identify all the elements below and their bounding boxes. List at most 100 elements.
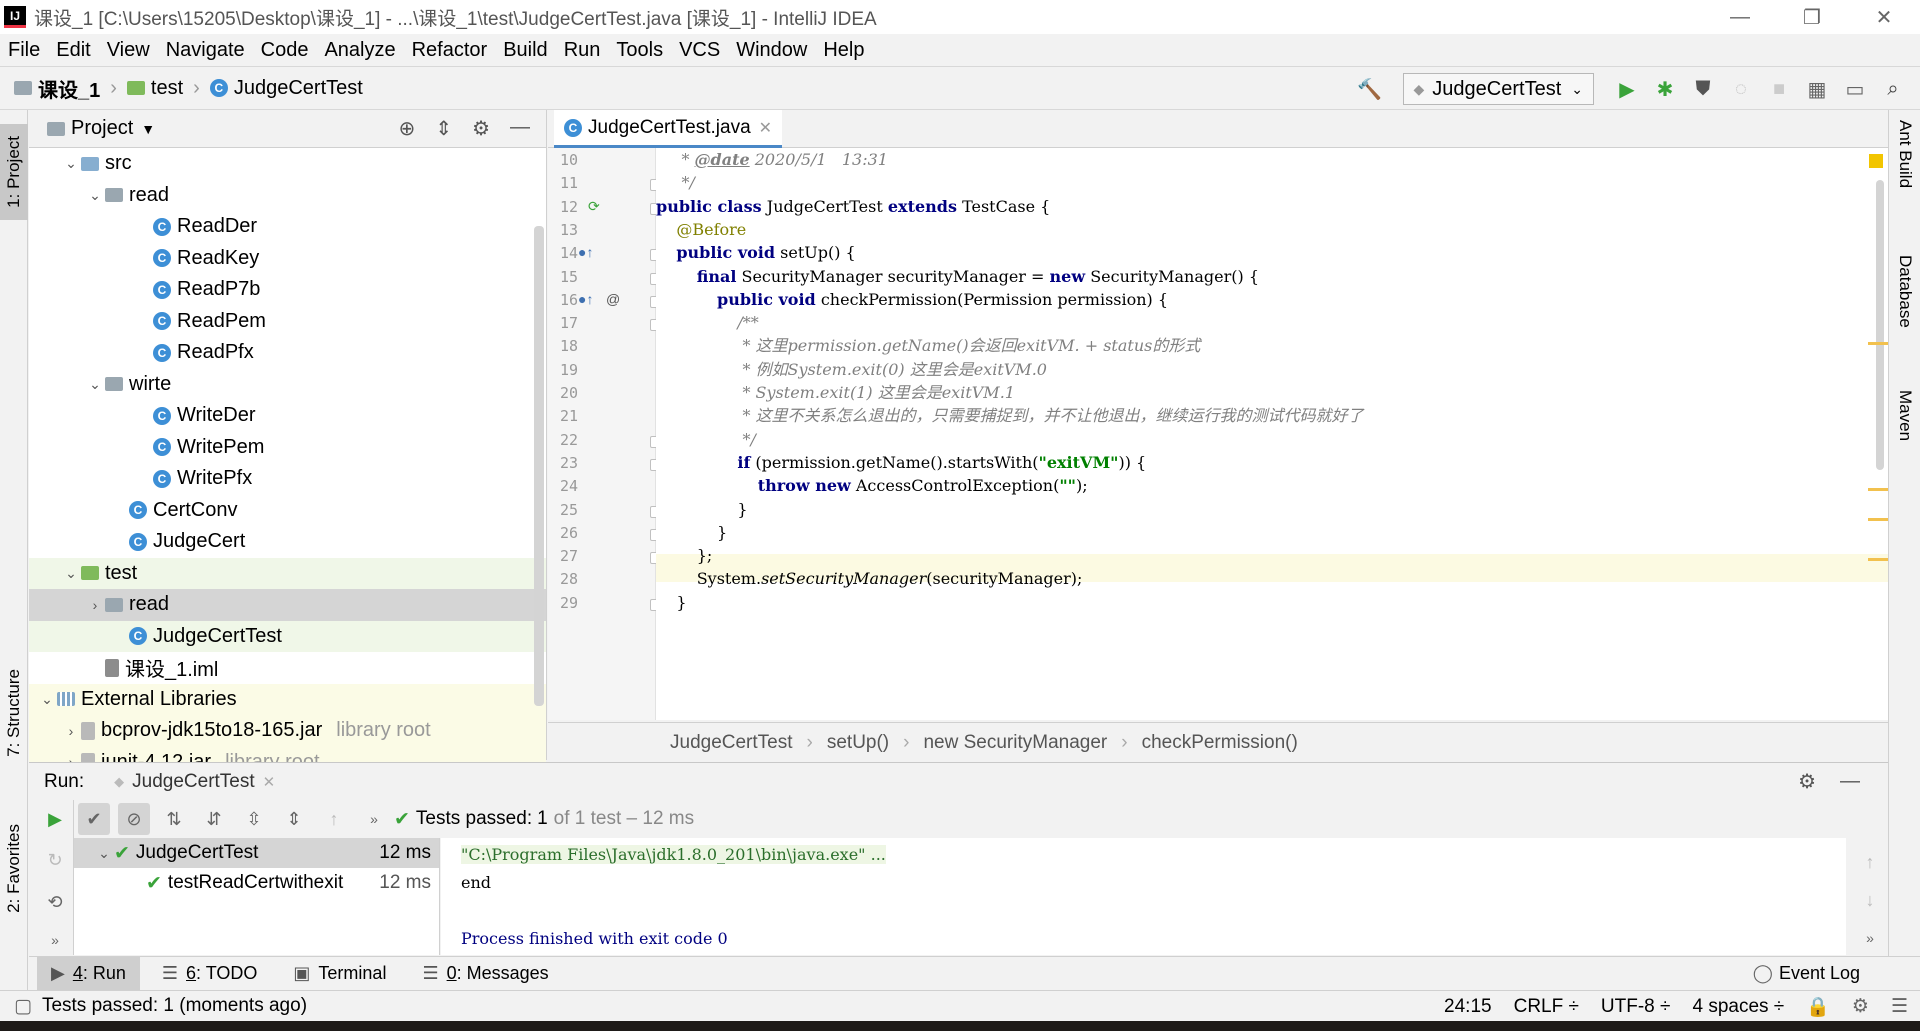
status-message[interactable]: Tests passed: 1 (moments ago) xyxy=(42,995,307,1017)
tree-item[interactable]: C ReadDer xyxy=(29,211,546,243)
rerun-failed-icon[interactable]: ↻ xyxy=(39,844,71,876)
close-tab-icon[interactable]: ✕ xyxy=(759,118,772,138)
project-structure-icon[interactable]: ▦ xyxy=(1805,77,1829,101)
tab-database[interactable]: Database xyxy=(1889,255,1920,365)
tree-item[interactable]: C ReadP7b xyxy=(29,274,546,306)
chevron-down-icon[interactable]: ⌄ xyxy=(37,691,57,708)
console-output[interactable]: "C:\Program Files\Java\jdk1.8.0_201\bin\… xyxy=(441,838,1846,955)
locate-icon[interactable]: ⊕ xyxy=(399,116,416,141)
crumb-anon-class[interactable]: new SecurityManager xyxy=(923,732,1107,754)
gear-icon[interactable]: ⚙ xyxy=(472,116,490,141)
run-test-icon[interactable]: ⟳ xyxy=(588,198,600,215)
crumb-method[interactable]: setUp() xyxy=(827,732,889,754)
chevron-down-icon[interactable]: ⌄ xyxy=(85,187,105,204)
code-line[interactable]: } xyxy=(656,589,686,617)
override-marker-icon[interactable]: ●↑ xyxy=(578,291,593,307)
test-case-row[interactable]: ✔ testReadCertwithexit 12 ms xyxy=(74,868,439,898)
stop-icon[interactable]: ■ xyxy=(1767,77,1791,101)
tree-item[interactable]: C JudgeCert xyxy=(29,526,546,558)
up-arrow-icon[interactable]: ↑ xyxy=(318,803,350,835)
caret-position[interactable]: 24:15 xyxy=(1444,996,1492,1018)
bottom-tab-run[interactable]: ▶ 4: Run xyxy=(37,956,140,991)
tab-maven[interactable]: Maven xyxy=(1889,390,1920,480)
code-editor[interactable]: * @date 2020/5/1 13:31 */public class Ju… xyxy=(656,148,1888,720)
line-separator[interactable]: CRLF ÷ xyxy=(1514,996,1579,1018)
gear-icon[interactable]: ⚙ xyxy=(1798,769,1816,794)
status-panel-icon[interactable]: ▢ xyxy=(14,995,32,1018)
collapse-all-icon[interactable]: ⇕ xyxy=(278,803,310,835)
chevron-down-icon[interactable]: ⌄ xyxy=(85,376,105,393)
sort-duration-icon[interactable]: ⇵ xyxy=(198,803,230,835)
menu-vcs[interactable]: VCS xyxy=(679,39,720,62)
chevron-right-icon[interactable]: › xyxy=(85,597,105,613)
breadcrumb-project[interactable]: 课设_1 › xyxy=(14,74,117,103)
tree-item[interactable]: ⌄ src xyxy=(29,148,546,180)
tree-item[interactable]: C WritePem xyxy=(29,432,546,464)
hide-icon[interactable]: — xyxy=(1840,770,1860,793)
warning-marker[interactable] xyxy=(1868,488,1888,491)
project-view-select[interactable]: Project xyxy=(71,117,133,140)
crumb-class[interactable]: JudgeCertTest xyxy=(670,732,793,754)
tab-ant-build[interactable]: Ant Build xyxy=(1889,120,1920,230)
more-icon[interactable]: » xyxy=(39,924,71,956)
hide-icon[interactable]: — xyxy=(510,116,530,141)
menu-build[interactable]: Build xyxy=(503,39,547,62)
chevron-right-icon[interactable]: › xyxy=(61,723,81,739)
chevron-down-icon[interactable]: ⌄ xyxy=(61,565,81,582)
inspection-status-icon[interactable] xyxy=(1869,154,1883,168)
more-icon[interactable]: » xyxy=(358,803,390,835)
tab-structure[interactable]: 7: Structure xyxy=(0,658,28,768)
menu-tools[interactable]: Tools xyxy=(616,39,663,62)
warning-marker[interactable] xyxy=(1868,518,1888,521)
lock-icon[interactable]: 🔒 xyxy=(1806,995,1830,1019)
functional-interface-icon[interactable]: @ xyxy=(606,291,620,307)
toggle-auto-test-icon[interactable]: ⟲ xyxy=(39,886,71,918)
tree-item[interactable]: ⌄ wirte xyxy=(29,369,546,401)
expand-all-icon[interactable]: ⇳ xyxy=(238,803,270,835)
minimize-button[interactable]: — xyxy=(1704,0,1776,34)
tab-favorites[interactable]: 2: Favorites xyxy=(0,810,28,926)
menu-refactor[interactable]: Refactor xyxy=(412,39,488,62)
tree-item[interactable]: ⌄ read xyxy=(29,180,546,212)
bottom-tab-todo[interactable]: ☰ 6: TODO xyxy=(148,957,272,991)
profile-icon[interactable]: ◌ xyxy=(1729,77,1753,101)
run-configuration-select[interactable]: ◆ JudgeCertTest ⌄ xyxy=(1402,73,1594,105)
restore-button[interactable]: ❐ xyxy=(1776,0,1848,34)
tab-judgecerttest-java[interactable]: C JudgeCertTest.java ✕ xyxy=(554,110,783,148)
menu-help[interactable]: Help xyxy=(823,39,864,62)
tree-item[interactable]: C ReadPfx xyxy=(29,337,546,369)
tab-project[interactable]: 1: Project xyxy=(0,124,28,220)
tree-item[interactable]: C CertConv xyxy=(29,495,546,527)
hector-icon[interactable]: ⚙ xyxy=(1852,995,1869,1018)
tree-item[interactable]: 课设_1.iml xyxy=(29,652,546,684)
file-encoding[interactable]: UTF-8 ÷ xyxy=(1601,996,1671,1018)
collapse-all-icon[interactable]: ⇕ xyxy=(435,116,452,141)
menu-edit[interactable]: Edit xyxy=(56,39,90,62)
close-button[interactable]: ✕ xyxy=(1848,0,1920,34)
more-icon[interactable]: » xyxy=(1854,922,1886,954)
breadcrumb-test[interactable]: test › xyxy=(126,77,200,100)
indent-setting[interactable]: 4 spaces ÷ xyxy=(1692,996,1784,1018)
tree-item[interactable]: › read xyxy=(29,589,546,621)
up-arrow-icon[interactable]: ↑ xyxy=(1854,846,1886,878)
terminal-window-icon[interactable]: ▭ xyxy=(1843,77,1867,101)
project-scrollbar[interactable] xyxy=(534,226,544,706)
warning-marker[interactable] xyxy=(1868,558,1888,561)
code-line[interactable]: System.setSecurityManager(securityManage… xyxy=(656,565,1083,593)
menu-view[interactable]: View xyxy=(107,39,150,62)
tree-item[interactable]: C ReadPem xyxy=(29,306,546,338)
bottom-tab-terminal[interactable]: ▣ Terminal xyxy=(279,957,400,991)
breadcrumb-class[interactable]: C JudgeCertTest xyxy=(209,77,363,100)
tree-item[interactable]: C WritePfx xyxy=(29,463,546,495)
rerun-icon[interactable]: ▶ xyxy=(39,803,71,835)
run-icon[interactable]: ▶ xyxy=(1615,77,1639,101)
chevron-down-icon[interactable]: ▼ xyxy=(141,121,155,137)
crumb-inner-method[interactable]: checkPermission() xyxy=(1142,732,1298,754)
build-hammer-icon[interactable]: 🔨 xyxy=(1357,77,1382,101)
menu-analyze[interactable]: Analyze xyxy=(324,39,395,62)
coverage-icon[interactable]: ⛊ xyxy=(1691,77,1715,101)
override-marker-icon[interactable]: ●↑ xyxy=(578,244,593,260)
sort-alpha-icon[interactable]: ⇅ xyxy=(158,803,190,835)
tree-item[interactable]: › bcprov-jdk15to18-165.jar library root xyxy=(29,715,546,747)
editor-scrollbar[interactable] xyxy=(1876,180,1884,470)
